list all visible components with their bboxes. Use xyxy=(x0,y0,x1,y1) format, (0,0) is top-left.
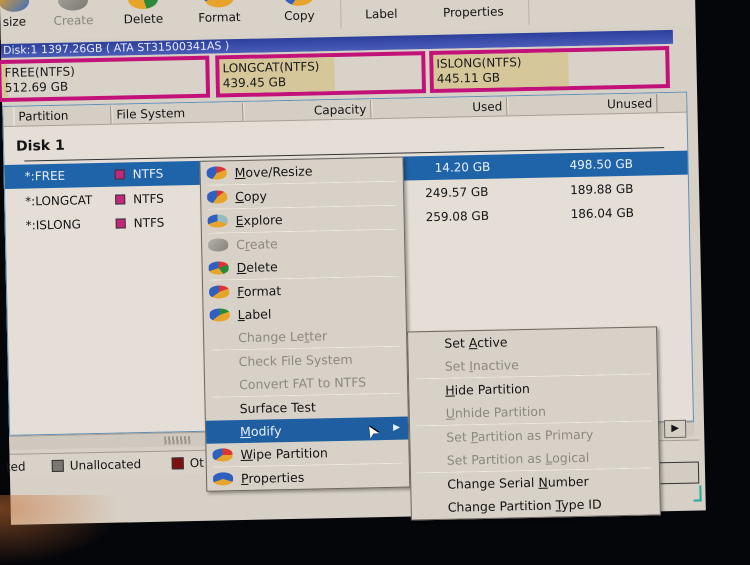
menu-item-label: Set Inactive xyxy=(444,357,520,374)
fs-color-swatch xyxy=(114,169,125,180)
menu-item-label: Copy xyxy=(235,188,268,205)
partition-name: ISLONG(NTFS) xyxy=(436,55,522,71)
menu-item-label: Unhide Partition xyxy=(445,403,547,421)
toolbar-properties-button[interactable]: Properties xyxy=(428,0,519,31)
fs-color-swatch xyxy=(115,194,126,205)
move-resize-icon xyxy=(206,166,227,180)
cell-partition: *:ISLONG xyxy=(25,217,82,233)
menu-item-label: Convert FAT to NTFS xyxy=(238,374,367,393)
cell-unused: 186.04 GB xyxy=(570,205,635,222)
legend-item-other: Ot xyxy=(171,451,204,476)
partition-size: 512.69 GB xyxy=(4,79,69,95)
legend-swatch xyxy=(51,459,64,473)
legend-item-unallocated: Unallocated xyxy=(51,452,142,478)
partition-manager-window: size Create Delete Format Copy Label Pro… xyxy=(0,0,706,525)
resize-icon xyxy=(0,0,30,13)
menu-item-label: Hide Partition xyxy=(445,380,530,398)
toolbar-copy-button[interactable]: Copy xyxy=(274,0,325,34)
toolbar-create-button[interactable]: Create xyxy=(48,0,99,39)
explore-icon xyxy=(207,214,228,228)
menu-item-label: Set Partition as Logical xyxy=(446,449,590,468)
context-menu-item-move-resize[interactable]: Move/Resize xyxy=(200,158,402,185)
window-corner xyxy=(693,485,702,502)
menu-item-label: Check File System xyxy=(238,351,353,370)
context-menu-item-wipe-partition[interactable]: Wipe Partition xyxy=(206,440,408,467)
menu-item-label: Explore xyxy=(235,212,283,229)
disk-map-partition-islong[interactable]: ISLONG(NTFS) 445.11 GB xyxy=(429,45,670,94)
toolbar-format-button[interactable]: Format xyxy=(194,0,245,36)
menu-item-label: Create xyxy=(236,236,278,253)
toolbar-separator xyxy=(527,0,530,25)
cell-partition: *:FREE xyxy=(24,168,66,184)
context-menu-item-delete[interactable]: Delete xyxy=(202,253,404,280)
column-header-capacity[interactable]: Capacity xyxy=(243,100,372,121)
context-menu-item-copy[interactable]: Copy xyxy=(201,182,403,209)
toolbar-delete-button[interactable]: Delete xyxy=(118,0,169,38)
context-menu-item-change-letter[interactable]: Change Letter xyxy=(204,323,406,350)
disk-map-partition-longcat[interactable]: LONGCAT(NTFS) 439.45 GB xyxy=(215,51,427,98)
menu-item-label: Move/Resize xyxy=(234,163,313,181)
format-icon xyxy=(209,285,230,299)
disk-group-label: Disk 1 xyxy=(15,137,65,155)
menu-item-label: Format xyxy=(237,283,282,300)
label-icon xyxy=(366,0,396,4)
cell-file-system: NTFS xyxy=(114,162,163,187)
toolbar-resize-button[interactable]: size xyxy=(0,0,35,40)
disk-map-partition-free[interactable]: FREE(NTFS) 512.69 GB xyxy=(0,55,211,103)
column-header-used[interactable]: Used xyxy=(371,97,508,119)
scroll-right-button[interactable]: ▶ xyxy=(663,419,687,439)
cell-partition: *:LONGCAT xyxy=(25,193,93,209)
partition-size: 445.11 GB xyxy=(436,70,501,86)
menu-item-label: Change Letter xyxy=(237,328,328,346)
properties-icon xyxy=(458,0,488,2)
scrollbar-grip[interactable] xyxy=(164,436,191,445)
copy-icon xyxy=(207,190,228,204)
properties-icon xyxy=(212,472,234,486)
create-icon xyxy=(208,238,229,252)
partition-size: 439.45 GB xyxy=(222,75,287,91)
create-icon xyxy=(57,0,89,11)
menu-item-label: Properties xyxy=(240,469,305,487)
copy-icon xyxy=(283,0,315,7)
legend-item: ted xyxy=(5,459,26,474)
partition-name: FREE(NTFS) xyxy=(4,64,76,80)
cell-used: 259.08 GB xyxy=(425,208,490,225)
column-header-unused[interactable]: Unused xyxy=(507,94,658,116)
cell-file-system: NTFS xyxy=(115,187,164,212)
menu-item-label: Wipe Partition xyxy=(240,445,328,463)
fs-color-swatch xyxy=(115,218,126,229)
delete-icon xyxy=(208,261,229,275)
menu-item-label: Surface Test xyxy=(239,399,316,417)
context-menu-item-properties[interactable]: Properties xyxy=(207,464,409,491)
submenu-item-change-partition-type-id[interactable]: Change Partition Type ID xyxy=(411,491,659,519)
cell-used: 14.20 GB xyxy=(434,159,491,175)
wipe-icon xyxy=(212,448,233,462)
cell-unused: 498.50 GB xyxy=(569,156,634,173)
cell-file-system: NTFS xyxy=(115,211,164,236)
cell-used: 249.57 GB xyxy=(424,184,489,201)
delete-icon xyxy=(127,0,159,10)
column-header-file-system[interactable]: File System xyxy=(111,102,244,124)
context-menu-item-convert-fat-to-ntfs[interactable]: Convert FAT to NTFS xyxy=(205,370,407,397)
menu-item-label: Change Partition Type ID xyxy=(447,496,602,515)
context-menu-item-explore[interactable]: Explore xyxy=(201,206,403,233)
modify-submenu: Set Active Set Inactive Hide Partition Unhi… xyxy=(407,326,661,521)
context-menu: Move/Resize Copy Explore Create Delete Format… xyxy=(199,156,411,492)
column-header-partition[interactable]: Partition xyxy=(13,105,112,126)
menu-item-label: Change Serial Number xyxy=(447,473,589,492)
screen-glare xyxy=(0,495,120,565)
toolbar-label-button[interactable]: Label xyxy=(356,0,407,33)
menu-item-label: Set Active xyxy=(444,334,508,351)
menu-item-label: Set Partition as Primary xyxy=(446,426,594,445)
partition-name: LONGCAT(NTFS) xyxy=(222,59,320,76)
cell-unused: 189.88 GB xyxy=(569,181,634,198)
menu-item-label: Label xyxy=(237,306,272,323)
format-icon xyxy=(203,0,235,8)
toolbar-separator xyxy=(339,0,342,29)
label-icon xyxy=(209,308,230,322)
legend-swatch xyxy=(171,457,184,470)
submenu-arrow-icon: ▶ xyxy=(393,422,401,433)
menu-item-label: Modify xyxy=(239,423,282,440)
menu-item-label: Delete xyxy=(236,259,278,276)
